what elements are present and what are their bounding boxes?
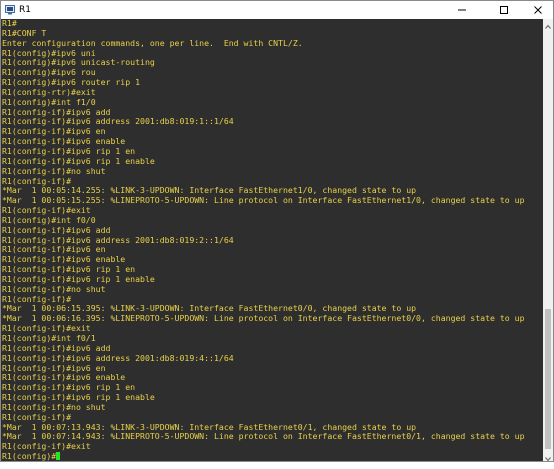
close-button[interactable]	[523, 1, 553, 19]
minimize-button[interactable]	[447, 1, 477, 19]
vertical-scrollbar[interactable]	[543, 19, 553, 462]
terminal-line: R1(config-if)#no shut	[2, 165, 106, 176]
terminal-console[interactable]: R1# R1#CONF T Enter configuration comman…	[1, 19, 543, 461]
terminal-line: R1#	[2, 19, 17, 28]
prompt-text: R1(config)#	[2, 451, 57, 461]
terminal-icon	[5, 5, 15, 15]
terminal-line: R1(config-if)#no shut	[2, 283, 106, 294]
maximize-button[interactable]	[489, 1, 519, 19]
prompt-line[interactable]: R1(config)#	[1, 451, 543, 461]
terminal-line: R1(config-if)#no shut	[2, 401, 106, 412]
minimize-icon	[458, 9, 466, 11]
terminal-line: R1(config-if)#exit	[2, 441, 91, 452]
close-icon	[534, 6, 542, 14]
terminal-window: R1 R1# R1#CONF T Enter configuration com…	[0, 0, 554, 462]
maximize-icon	[500, 6, 508, 14]
window-title: R1	[19, 5, 31, 15]
scroll-down-icon[interactable]	[543, 451, 553, 462]
scroll-up-icon[interactable]	[543, 19, 553, 29]
text-cursor	[56, 452, 61, 461]
scrollbar-thumb[interactable]	[545, 309, 551, 449]
title-bar[interactable]: R1	[1, 1, 553, 19]
